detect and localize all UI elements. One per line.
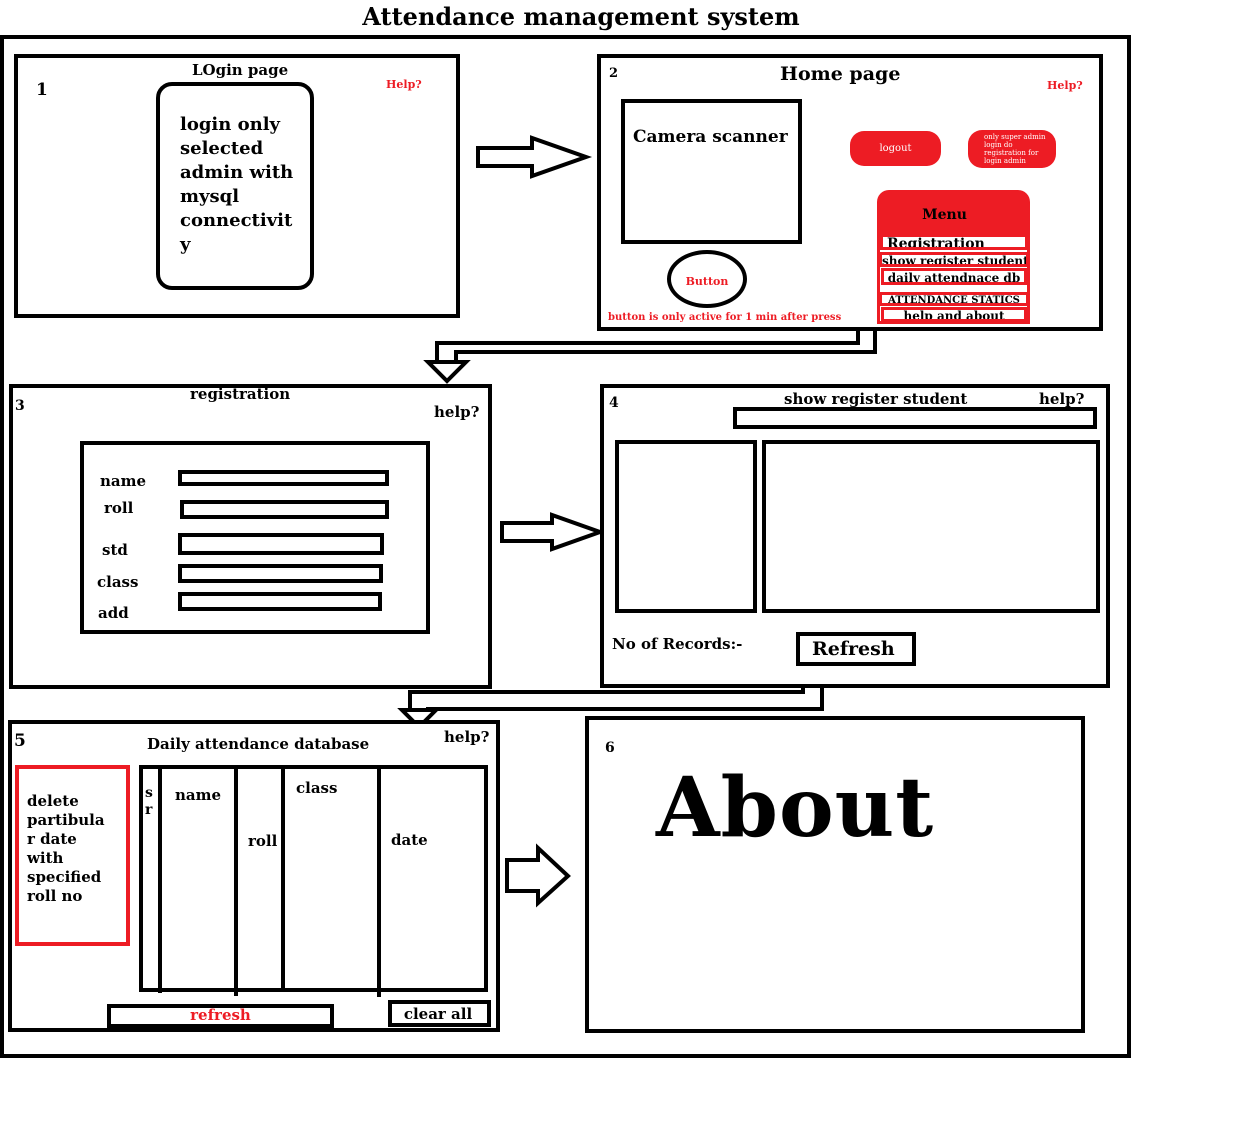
column-header-sr: s r — [145, 785, 153, 819]
login-desc-line: selected — [180, 138, 264, 159]
clear-all-label: clear all — [403, 1005, 473, 1023]
delete-text-line: partibula — [27, 811, 105, 829]
login-desc-line: admin with — [180, 162, 294, 183]
admin-note-line: registration for — [984, 149, 1039, 157]
home-help-link[interactable]: Help? — [1047, 79, 1083, 92]
delete-text-line: specified — [27, 868, 102, 886]
class-field[interactable] — [178, 564, 383, 583]
sr-letter: r — [145, 802, 153, 818]
std-label: std — [102, 541, 128, 559]
delete-text-line: with — [27, 849, 64, 867]
home-panel-number: 2 — [609, 66, 619, 81]
delete-record-text: delete partibula r date with specified r… — [27, 792, 105, 906]
column-header-date: date — [391, 831, 428, 849]
show-register-panel-number: 4 — [609, 395, 619, 411]
login-panel-number: 1 — [36, 80, 48, 100]
student-list-pane[interactable] — [615, 440, 757, 613]
student-detail-pane — [762, 440, 1100, 613]
admin-note-line: login admin — [984, 157, 1026, 165]
login-desc-line: mysql — [180, 186, 240, 207]
registration-panel-title: registration — [190, 385, 291, 403]
menu-item-registration[interactable]: Registration — [880, 234, 1028, 250]
login-description: login only selected admin with mysql con… — [180, 113, 293, 257]
menu-item-help-and-about[interactable]: help and about — [881, 307, 1027, 322]
delete-text-line: r date — [27, 830, 77, 848]
about-panel-number: 6 — [605, 740, 615, 756]
search-field[interactable] — [733, 407, 1097, 429]
registration-help-link[interactable]: help? — [434, 403, 479, 421]
sr-letter: s — [145, 785, 153, 801]
login-desc-line: y — [180, 234, 191, 255]
menu-title: Menu — [922, 207, 967, 223]
daily-db-panel-number: 5 — [14, 731, 26, 751]
column-header-name: name — [175, 786, 222, 804]
daily-refresh-label: refresh — [190, 1006, 251, 1024]
show-register-title: show register student — [784, 390, 968, 408]
about-title: About — [656, 760, 935, 856]
arrow-registration-to-show — [500, 512, 606, 552]
delete-text-line: delete — [27, 792, 79, 810]
name-label: name — [100, 472, 147, 490]
button-active-note: button is only active for 1 min after pr… — [608, 312, 842, 323]
column-divider — [377, 768, 381, 997]
column-divider — [281, 768, 285, 992]
show-register-help-link[interactable]: help? — [1039, 390, 1084, 408]
logout-button-label: logout — [879, 143, 912, 154]
refresh-button-label: Refresh — [812, 638, 895, 660]
menu-item-show-register-student[interactable]: show register student — [879, 252, 1029, 267]
records-count-label: No of Records:- — [612, 635, 743, 653]
column-header-roll: roll — [248, 832, 278, 850]
address-field[interactable] — [178, 592, 382, 611]
menu-item-attendance-statics[interactable]: ATTENDANCE STATICS — [879, 292, 1029, 306]
column-divider — [158, 768, 162, 993]
admin-registration-note-text: only super admin login do registration f… — [984, 133, 1045, 165]
daily-db-help-link[interactable]: help? — [444, 728, 489, 746]
camera-scanner-box — [621, 99, 802, 244]
column-divider — [234, 768, 238, 996]
login-help-link[interactable]: Help? — [386, 78, 422, 91]
scan-button-label: Button — [685, 275, 729, 288]
arrow-daily-to-about — [505, 843, 571, 908]
daily-db-title: Daily attendance database — [147, 735, 370, 753]
delete-text-line: roll no — [27, 887, 83, 905]
admin-note-line: only super admin — [984, 133, 1046, 141]
login-desc-line: connectivit — [180, 210, 293, 231]
arrow-login-to-home — [476, 135, 593, 179]
std-field[interactable] — [178, 533, 384, 555]
menu-item-daily-attendance-db[interactable]: daily attendnace db — [881, 268, 1027, 285]
name-field[interactable] — [178, 470, 389, 486]
login-desc-line: login only — [180, 114, 281, 135]
camera-scanner-label: Camera scanner — [633, 127, 788, 147]
home-panel-title: Home page — [780, 63, 901, 85]
class-label: class — [97, 573, 139, 591]
roll-field[interactable] — [180, 500, 389, 519]
address-label: add — [98, 604, 129, 622]
column-header-class: class — [296, 779, 338, 797]
login-panel-title: LOgin page — [192, 61, 289, 79]
admin-note-line: login do — [984, 141, 1013, 149]
registration-panel-number: 3 — [15, 398, 25, 414]
roll-label: roll — [104, 499, 134, 517]
connector-home-to-registration — [454, 331, 877, 364]
